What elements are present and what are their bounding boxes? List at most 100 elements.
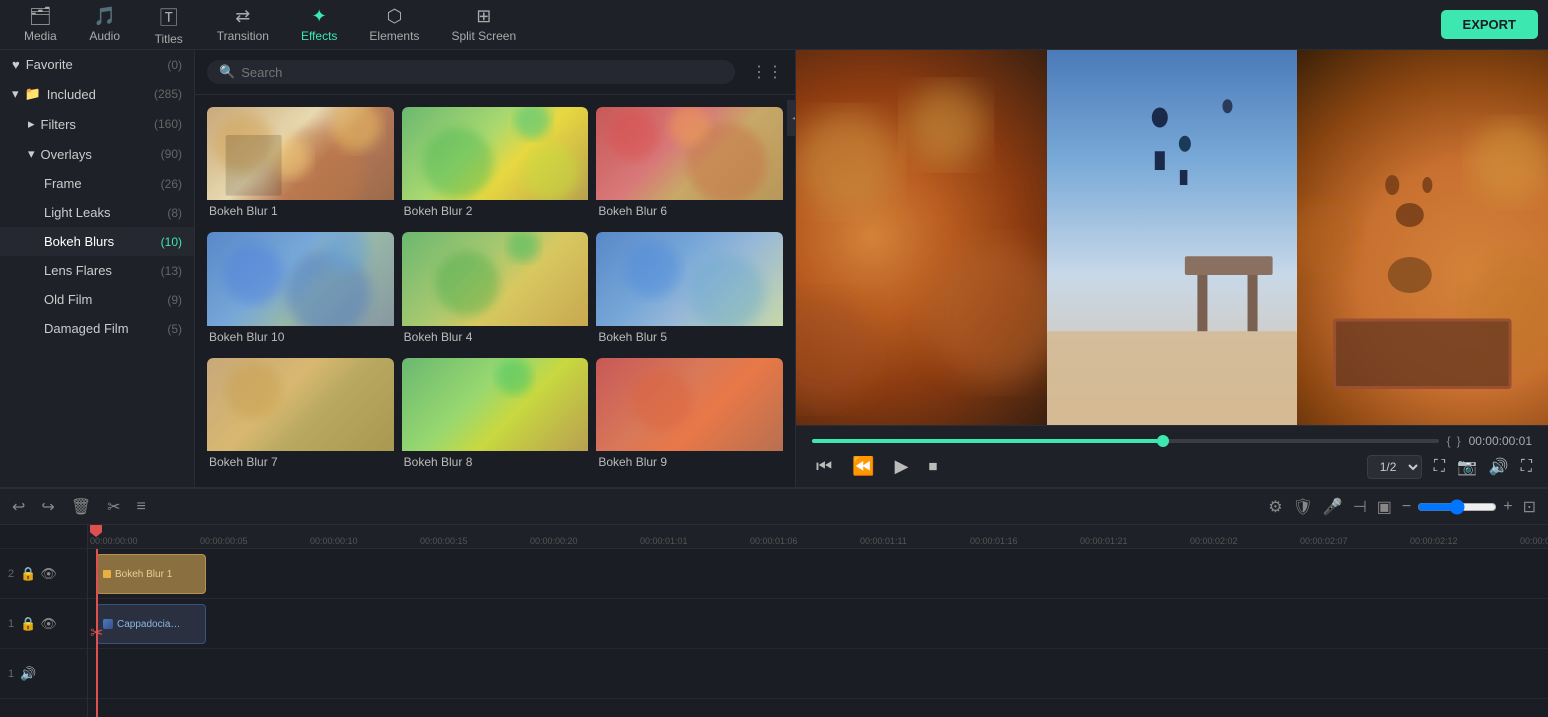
toolbar-transition[interactable]: ⇄ Transition [203, 2, 283, 47]
fit-timeline-button[interactable]: ⊡ [1523, 497, 1536, 517]
collapse-icon: ◀ [792, 113, 795, 124]
zoom-out-button[interactable]: − [1402, 498, 1411, 516]
play-button[interactable]: ▶ [891, 454, 913, 479]
ruler-mark-12: 00:00:02:12 [1408, 536, 1518, 546]
sidebar-item-damagedfilm[interactable]: Damaged Film (5) [0, 314, 194, 343]
fullscreen-icon[interactable]: ⛶ [1434, 458, 1445, 476]
undo-button[interactable]: ↩ [12, 497, 25, 517]
chevron-down-icon2: ▾ [28, 146, 35, 162]
step-back-button[interactable]: ⏪ [848, 454, 878, 479]
progress-bar-track[interactable] [812, 439, 1439, 443]
favorite-icon: ♥ [12, 57, 20, 72]
sidebar-item-lensflares[interactable]: Lens Flares (13) [0, 256, 194, 285]
export-button[interactable]: EXPORT [1441, 10, 1538, 39]
effect-card-bokeh9[interactable]: Bokeh Blur 9 [596, 358, 783, 475]
effect-card-bokeh10[interactable]: Bokeh Blur 10 [207, 232, 394, 349]
track-2-icons: 🔒 👁 [20, 566, 57, 582]
zoom-slider[interactable] [1417, 499, 1497, 515]
sidebar-item-favorite[interactable]: ♥ Favorite (0) [0, 50, 194, 79]
progress-time: 00:00:00:01 [1469, 434, 1532, 448]
ruler-mark-0: 00:00:00:00 [88, 536, 198, 546]
track-1-eye-icon[interactable]: 👁 [40, 616, 57, 632]
effect-card-bokeh5[interactable]: Bokeh Blur 5 [596, 232, 783, 349]
toolbar-effects[interactable]: ✦ Effects [287, 2, 351, 47]
effect-card-bokeh6[interactable]: Bokeh Blur 6 [596, 107, 783, 224]
toolbar-media[interactable]: 🗂 Media [10, 2, 71, 47]
clip-cappadocia[interactable]: CappadociaHotAirBa... [96, 604, 206, 644]
timeline-tracks-area: 00:00:00:00 00:00:00:05 00:00:00:10 00:0… [88, 525, 1548, 717]
effect-card-bokeh7[interactable]: Bokeh Blur 7 [207, 358, 394, 475]
timeline-body: 2 🔒 👁 1 🔒 👁 1 🔊 [0, 525, 1548, 717]
effects-header: 🔍 ⋮⋮ [195, 50, 795, 95]
ruler-mark-2: 00:00:00:10 [308, 536, 418, 546]
track-settings-icon[interactable]: ⚙ [1268, 497, 1282, 517]
shield-icon[interactable]: 🛡 [1293, 497, 1313, 517]
track-label-1: 1 🔒 👁 [0, 599, 87, 649]
timeline-right-controls: ⚙ 🛡 🎤 ⊣ ▣ − + ⊡ [1268, 497, 1536, 517]
screenshot-icon[interactable]: 📷 [1457, 457, 1477, 477]
playback-controls: ⏮ ⏪ ▶ ⏹ 1/2 1/1 1/4 ⛶ 📷 🔊 ⛶ [812, 454, 1532, 479]
sidebar-item-overlays[interactable]: ▾ Overlays (90) [0, 139, 194, 169]
track-audio-volume-icon[interactable]: 🔊 [20, 666, 36, 682]
titles-icon: 🅃 [160, 4, 178, 30]
cut-button[interactable]: ✂ [107, 497, 120, 517]
adjust-button[interactable]: ≡ [137, 498, 146, 516]
skip-back-button[interactable]: ⏮ [812, 454, 836, 479]
ruler-mark-5: 00:00:01:01 [638, 536, 748, 546]
clip-dot-icon [103, 570, 111, 578]
sidebar-item-oldfilm[interactable]: Old Film (9) [0, 285, 194, 314]
playhead-line [96, 549, 98, 717]
sidebar-item-filters[interactable]: ▸ Filters (160) [0, 109, 194, 139]
mic-icon[interactable]: 🎤 [1323, 497, 1343, 517]
effects-panel: ◀ 🔍 ⋮⋮ [195, 50, 795, 487]
effect-card-bokeh2[interactable]: Bokeh Blur 2 [402, 107, 589, 224]
track-1-lock-icon[interactable]: 🔒 [20, 616, 36, 632]
effect-card-bokeh1[interactable]: Bokeh Blur 1 [207, 107, 394, 224]
detach-icon[interactable]: ⊣ [1353, 497, 1367, 517]
toolbar-splitscreen[interactable]: ⊞ Split Screen [437, 2, 530, 47]
grid-view-icon[interactable]: ⋮⋮ [751, 62, 783, 82]
timeline-track-audio [88, 649, 1548, 699]
timeline-track-overlay: Bokeh Blur 1 [88, 549, 1548, 599]
toolbar-audio[interactable]: 🎵 Audio [75, 2, 135, 47]
effects-icon: ✦ [312, 6, 327, 27]
clip-bokeh-blur-1[interactable]: Bokeh Blur 1 [96, 554, 206, 594]
transition-icon: ⇄ [235, 6, 250, 27]
ruler-mark-11: 00:00:02:07 [1298, 536, 1408, 546]
redo-button[interactable]: ↪ [41, 497, 54, 517]
zoom-in-button[interactable]: + [1503, 498, 1512, 516]
timeline-ruler: 00:00:00:00 00:00:00:05 00:00:00:10 00:0… [88, 525, 1548, 549]
sidebar: ♥ Favorite (0) ▾ 📁 Included (285) ▸ Filt… [0, 50, 195, 487]
preview-right-panel [1297, 50, 1548, 425]
toolbar-elements[interactable]: ⬡ Elements [355, 2, 433, 47]
toolbar-titles[interactable]: 🅃 Titles [139, 0, 199, 50]
sidebar-item-included[interactable]: ▾ 📁 Included (285) [0, 79, 194, 109]
track-2-eye-icon[interactable]: 👁 [40, 566, 57, 582]
search-input[interactable] [241, 65, 723, 80]
quality-select[interactable]: 1/2 1/1 1/4 [1367, 455, 1422, 479]
elements-icon: ⬡ [387, 6, 403, 27]
stop-button[interactable]: ⏹ [924, 454, 941, 479]
sidebar-item-frame[interactable]: Frame (26) [0, 169, 194, 198]
split-icon[interactable]: ▣ [1377, 497, 1392, 517]
settings-icon[interactable]: ⛶ [1521, 458, 1532, 476]
chevron-down-icon: ▾ [12, 86, 19, 102]
track-2-lock-icon[interactable]: 🔒 [20, 566, 36, 582]
sidebar-item-bokehblurs[interactable]: Bokeh Blurs (10) [0, 227, 194, 256]
timeline-track-labels: 2 🔒 👁 1 🔒 👁 1 🔊 [0, 525, 88, 717]
clip-video-thumb-icon [103, 619, 113, 629]
ruler-mark-4: 00:00:00:20 [528, 536, 638, 546]
main-area: ♥ Favorite (0) ▾ 📁 Included (285) ▸ Filt… [0, 50, 1548, 487]
effect-card-bokeh4[interactable]: Bokeh Blur 4 [402, 232, 589, 349]
delete-button[interactable]: 🗑 [71, 497, 91, 517]
timeline-toolbar: ↩ ↪ 🗑 ✂ ≡ ⚙ 🛡 🎤 ⊣ ▣ − + ⊡ [0, 489, 1548, 525]
effect-card-bokeh8[interactable]: Bokeh Blur 8 [402, 358, 589, 475]
preview-left-panel [796, 50, 1047, 425]
collapse-panel-button[interactable]: ◀ [787, 100, 795, 136]
ruler-mark-10: 00:00:02:02 [1188, 536, 1298, 546]
search-box: 🔍 [207, 60, 735, 84]
sidebar-item-lightleaks[interactable]: Light Leaks (8) [0, 198, 194, 227]
track-label-audio: 1 🔊 [0, 649, 87, 699]
zoom-controls: − + [1402, 498, 1513, 516]
volume-icon[interactable]: 🔊 [1489, 457, 1509, 477]
